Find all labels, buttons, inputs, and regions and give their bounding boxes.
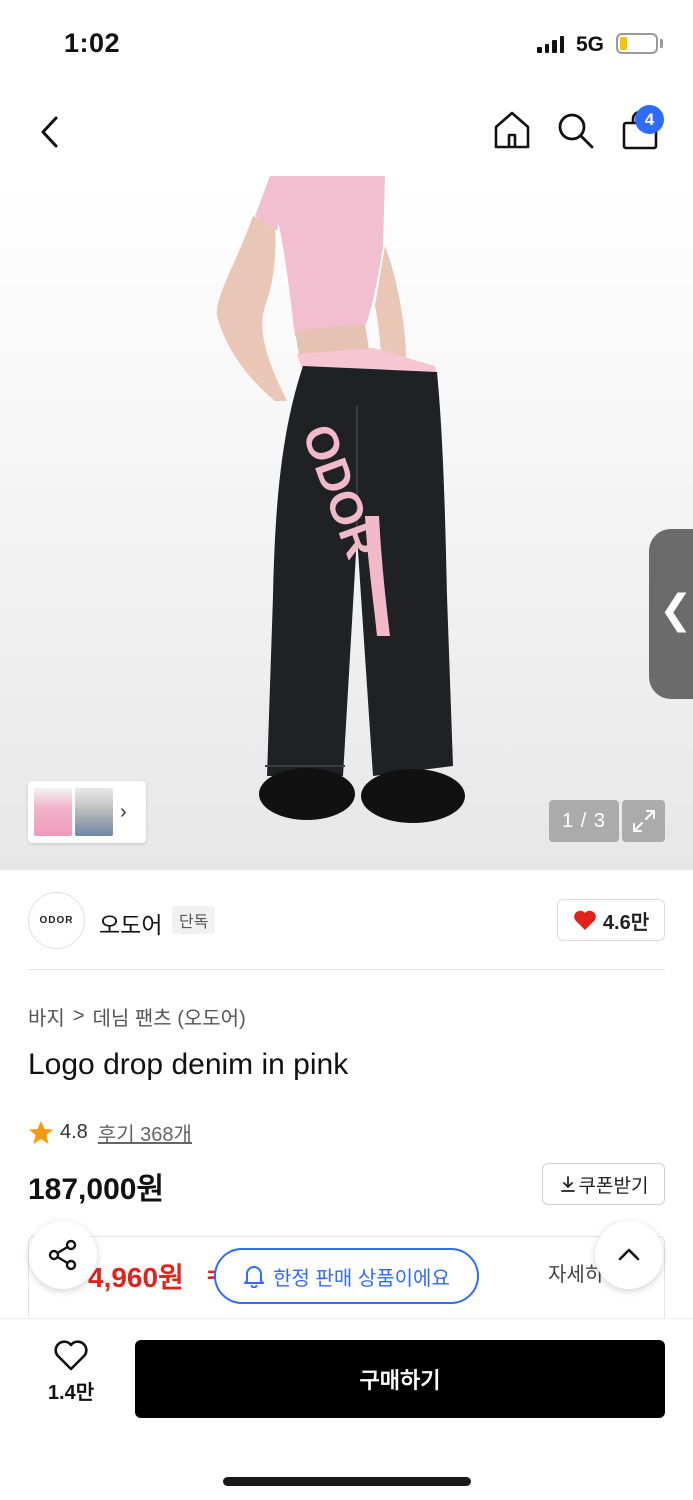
- star-icon: [29, 1121, 53, 1144]
- heart-outline-icon: [54, 1340, 88, 1371]
- product-title: Logo drop denim in pink: [28, 1048, 349, 1081]
- battery-cap: [660, 39, 663, 48]
- product-photo: ODOR: [216, 176, 465, 823]
- thumbnail-1[interactable]: [34, 788, 72, 836]
- buy-button[interactable]: 구매하기: [135, 1340, 665, 1418]
- divider: [28, 969, 665, 970]
- network-label: 5G: [576, 33, 605, 56]
- coupon-label: 쿠폰받기: [578, 1175, 649, 1197]
- breadcrumb-separator: >: [72, 1005, 85, 1027]
- thumbnail-2[interactable]: [75, 788, 113, 836]
- expand-image-button[interactable]: [622, 800, 665, 842]
- side-panel-tab[interactable]: ❮: [649, 529, 693, 699]
- product-price: 187,000원: [28, 1173, 165, 1206]
- brand-like-count: 4.6만: [602, 911, 650, 934]
- breadcrumb-item-category[interactable]: 바지: [28, 1002, 65, 1031]
- search-icon: [558, 113, 594, 149]
- rating-row: 4.8 후기 368개: [28, 1118, 192, 1147]
- signal-icon: [537, 36, 564, 53]
- home-button[interactable]: [490, 108, 534, 152]
- expand-icon: [632, 810, 655, 832]
- brand-like-button[interactable]: 4.6만: [557, 899, 665, 941]
- back-button[interactable]: [32, 110, 68, 154]
- status-time: 1:02: [64, 28, 121, 58]
- breadcrumb-item-subcategory[interactable]: 데님 팬츠 (오도어): [93, 1002, 246, 1031]
- exclusive-badge: 단독: [172, 906, 216, 934]
- chevron-left-icon: ❮: [659, 588, 693, 632]
- product-image-gallery[interactable]: ODOR ❮ › 1 / 3: [0, 176, 693, 870]
- share-icon: [48, 1239, 77, 1271]
- nav-bar: [0, 88, 693, 176]
- battery-icon: [616, 33, 658, 54]
- review-link[interactable]: 후기 368개: [98, 1118, 192, 1147]
- chevron-up-icon: [618, 1248, 640, 1261]
- home-indicator: [223, 1477, 471, 1486]
- max-benefit-price: 4,960원: [88, 1262, 184, 1293]
- status-bar: 1:02 5G: [0, 0, 693, 88]
- bell-icon: [244, 1266, 265, 1288]
- heart-icon: [574, 910, 596, 930]
- breadcrumb: 바지 > 데님 팬츠 (오도어): [28, 1002, 246, 1031]
- download-icon: [560, 1176, 575, 1192]
- limited-sale-text: 한정 판매 상품이에요: [273, 1267, 450, 1290]
- brand-logo[interactable]: ODOR: [28, 892, 85, 949]
- thumbnail-strip[interactable]: ›: [28, 781, 146, 843]
- chevron-left-icon: [41, 116, 58, 148]
- wishlist-count: 1.4만: [47, 1382, 95, 1404]
- coupon-button[interactable]: 쿠폰받기: [542, 1163, 665, 1205]
- brand-row: ODOR 오도어 단독 4.6만: [0, 870, 693, 970]
- battery-level: [620, 37, 627, 50]
- limited-sale-toast: 한정 판매 상품이에요: [214, 1248, 479, 1304]
- scroll-top-button[interactable]: [595, 1221, 663, 1289]
- share-button[interactable]: [29, 1221, 97, 1289]
- wishlist-button[interactable]: 1.4만: [40, 1340, 102, 1420]
- cart-count-badge: 4: [635, 105, 664, 134]
- brand-name[interactable]: 오도어: [99, 906, 162, 940]
- search-button[interactable]: [553, 108, 597, 152]
- chevron-right-icon: ›: [120, 800, 127, 823]
- image-page-counter: 1 / 3: [549, 800, 619, 842]
- rating-value: 4.8: [60, 1121, 88, 1143]
- home-icon: [494, 111, 530, 149]
